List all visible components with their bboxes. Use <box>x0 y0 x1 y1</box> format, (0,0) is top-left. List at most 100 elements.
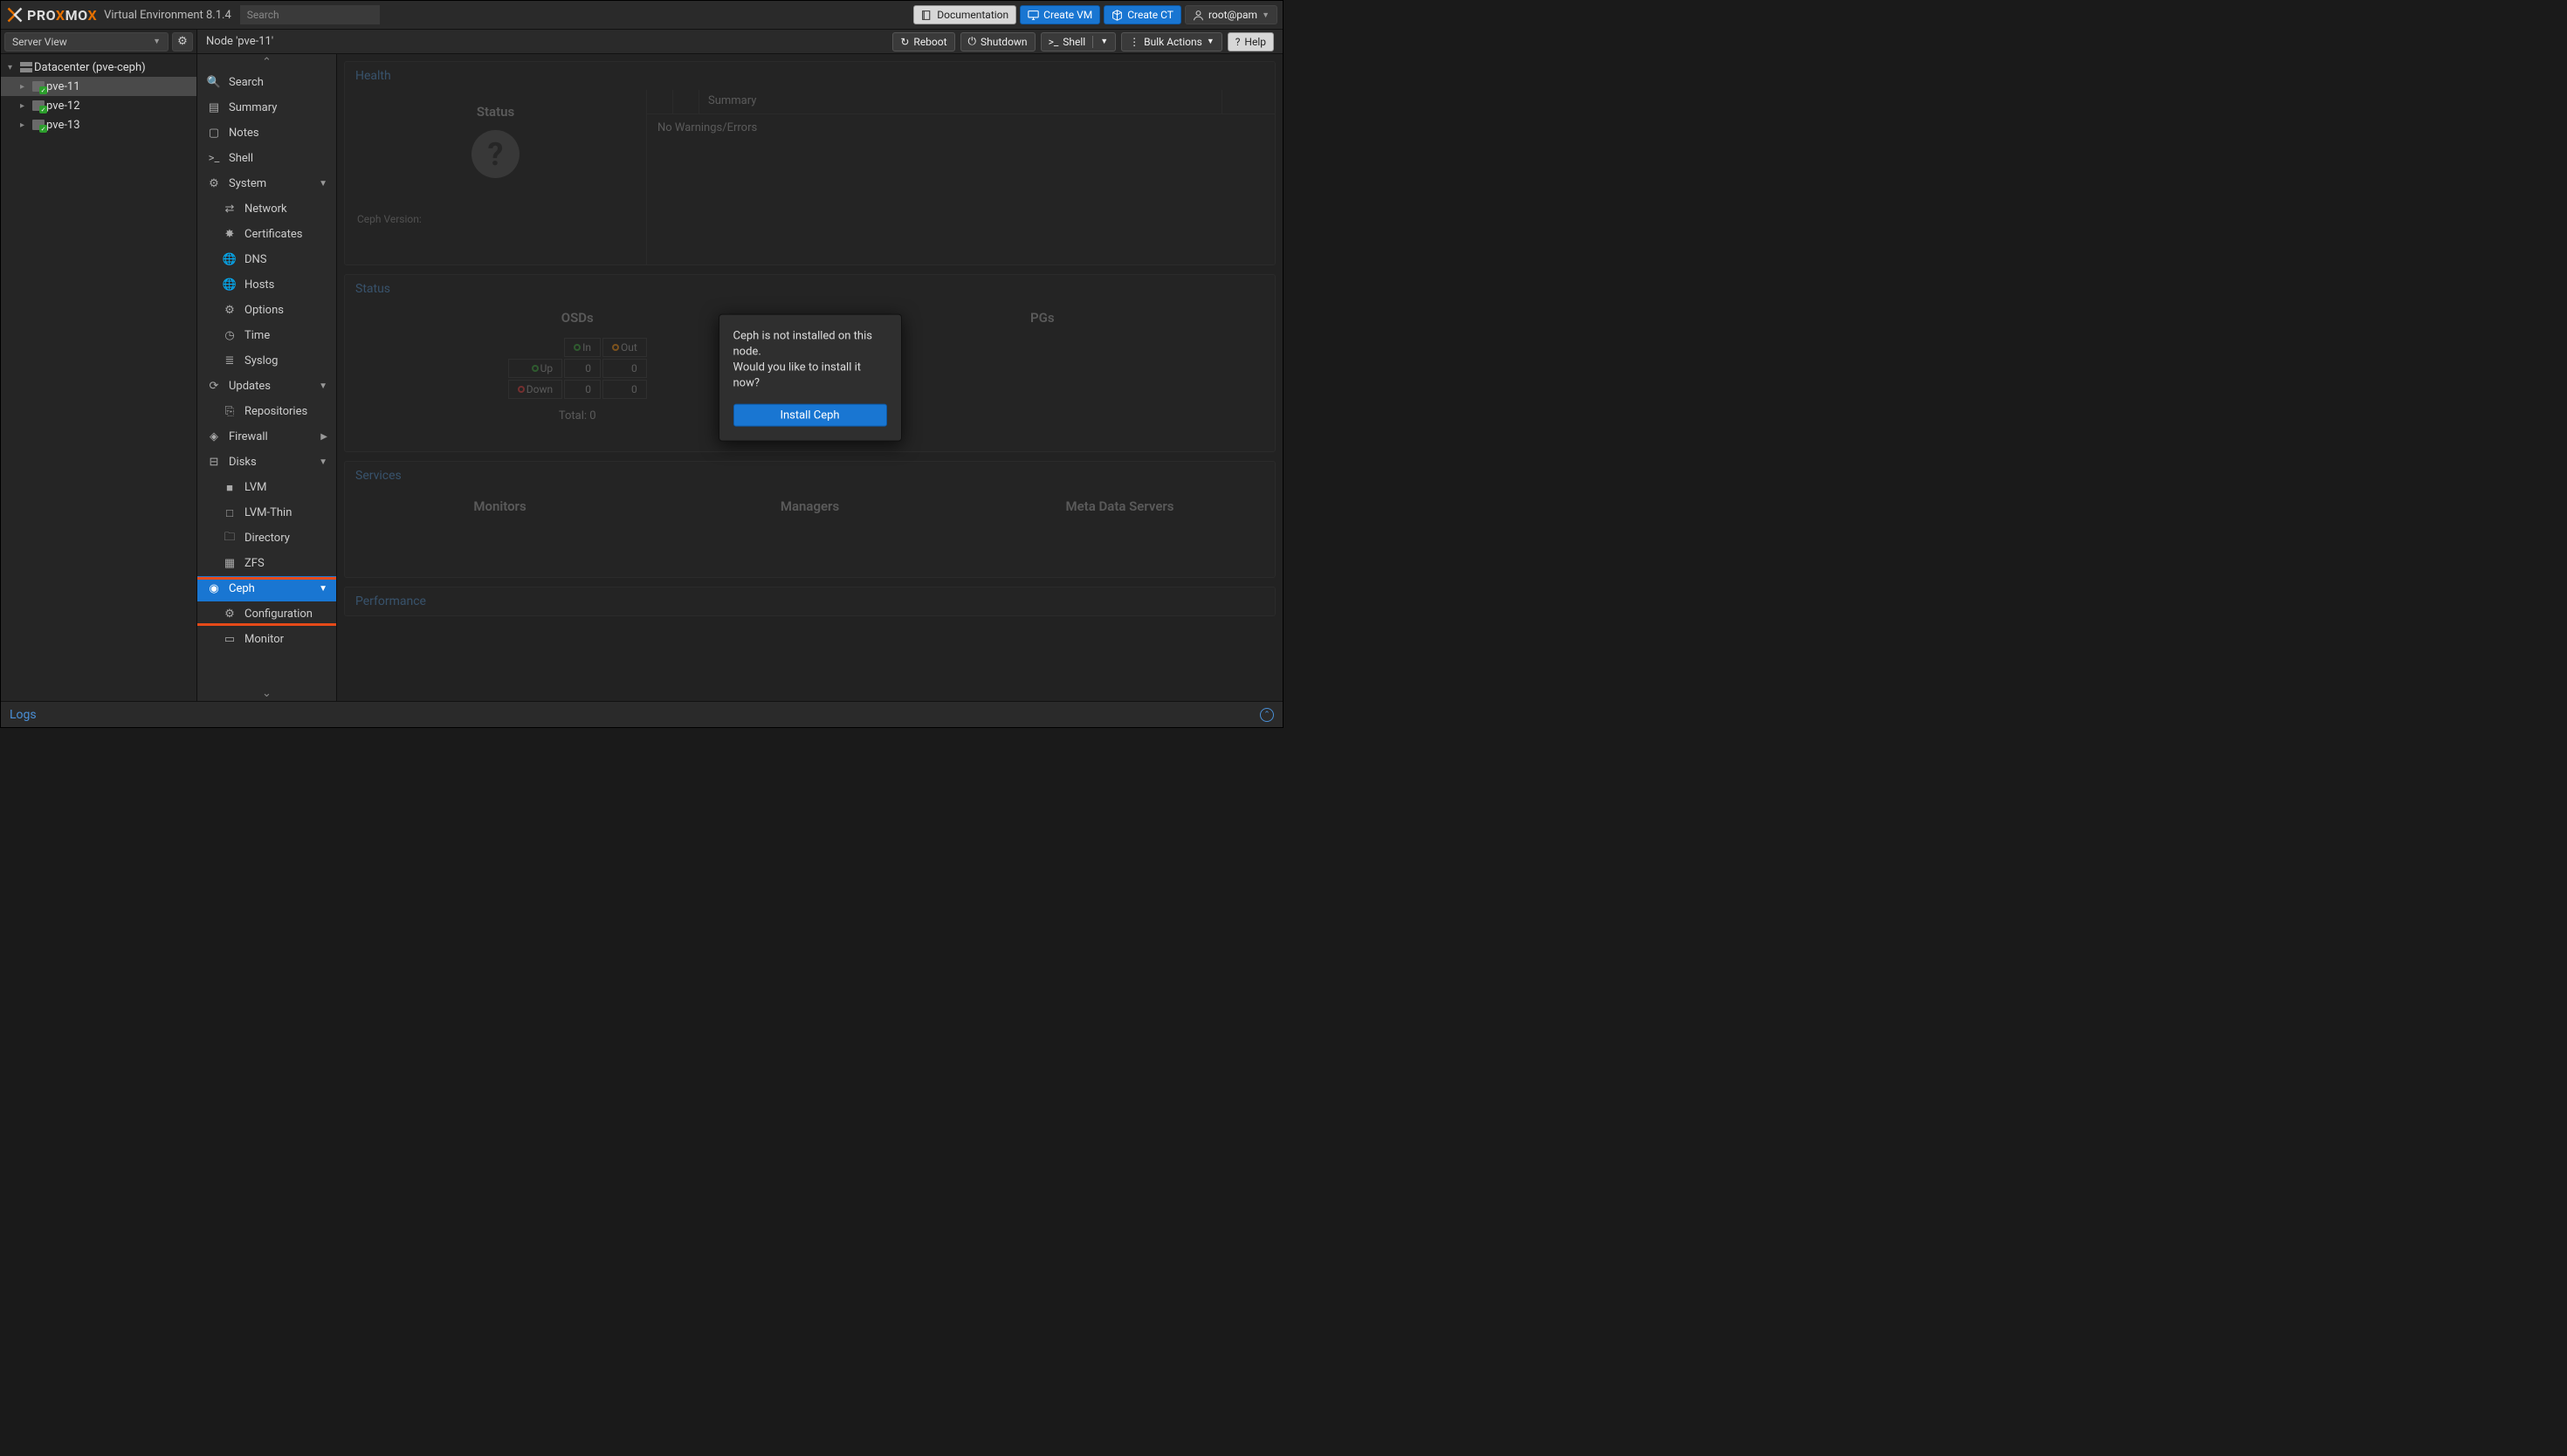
expand-icon: ▸ <box>20 120 31 130</box>
services-panel: Services Monitors Managers Meta Data Ser… <box>344 461 1276 578</box>
collapse-icon: ▾ <box>8 63 18 72</box>
install-ceph-dialog: Ceph is not installed on this node. Woul… <box>719 313 902 442</box>
proxmox-logo-icon <box>6 6 24 24</box>
undo-icon: ↻ <box>900 36 909 48</box>
tree-settings-button[interactable]: ⚙ <box>172 32 193 52</box>
files-icon: ⎘ <box>224 406 236 418</box>
shutdown-button[interactable]: ⏻ Shutdown <box>960 32 1036 52</box>
chevron-up-icon: ⌃ <box>262 56 272 69</box>
expand-icon: ▸ <box>20 82 31 92</box>
tree-node-pve-11[interactable]: ▸ ✓ pve-11 <box>1 77 196 96</box>
view-selector[interactable]: Server View ▼ <box>4 32 169 52</box>
hdd-icon: ⊟ <box>208 457 220 469</box>
ceph-icon: ◉ <box>208 583 220 595</box>
chevron-right-icon: ▶ <box>320 432 327 442</box>
chevron-down-icon: ▼ <box>1100 37 1108 46</box>
book-icon <box>921 10 933 21</box>
tv-icon: ▭ <box>224 634 236 646</box>
create-vm-button[interactable]: Create VM <box>1020 5 1100 24</box>
node-online-icon: ✓ <box>31 81 46 92</box>
reboot-button[interactable]: ↻ Reboot <box>892 32 954 52</box>
gear-icon: ⚙ <box>224 608 236 621</box>
scroll-down-button[interactable]: ⌄ <box>197 685 336 701</box>
tab-firewall[interactable]: ◈Firewall▶ <box>197 424 336 450</box>
panel-title: Status <box>345 275 1275 303</box>
top-bar: PROXMOX Virtual Environment 8.1.4 Docume… <box>1 1 1283 30</box>
power-icon: ⏻ <box>968 35 977 48</box>
shell-button[interactable]: >_ Shell ▼ <box>1041 32 1117 52</box>
tree-node-pve-12[interactable]: ▸ ✓ pve-12 <box>1 96 196 115</box>
tab-hosts[interactable]: 🌐Hosts <box>197 272 336 298</box>
bulk-actions-button[interactable]: ⋮ Bulk Actions ▼ <box>1121 32 1222 52</box>
tab-system[interactable]: ⚙System▼ <box>197 171 336 196</box>
chevron-down-icon: ▼ <box>319 179 327 189</box>
panel-title: Performance <box>345 587 1275 615</box>
tab-shell[interactable]: >_Shell <box>197 146 336 171</box>
tab-ceph-monitor[interactable]: ▭Monitor <box>197 627 336 652</box>
expand-icon: ▸ <box>20 101 31 111</box>
tab-syslog[interactable]: ≣Syslog <box>197 348 336 374</box>
exchange-icon: ⇄ <box>224 203 236 216</box>
install-ceph-button[interactable]: Install Ceph <box>733 404 887 427</box>
help-button[interactable]: ? Help <box>1228 32 1274 52</box>
monitors-heading: Monitors <box>345 490 655 577</box>
tab-notes[interactable]: ▢Notes <box>197 120 336 146</box>
tab-zfs[interactable]: ▦ZFS <box>197 551 336 576</box>
clock-icon: ◷ <box>224 330 236 342</box>
gear-icon: ⚙ <box>224 305 236 317</box>
sticky-note-icon: ▢ <box>208 127 220 140</box>
square-outline-icon: □ <box>224 507 236 519</box>
status-label: Status <box>477 104 514 120</box>
proxmox-window: PROXMOX Virtual Environment 8.1.4 Docume… <box>0 0 1284 728</box>
list-icon: ≣ <box>224 355 236 367</box>
brand-text: PROXMOX <box>27 7 97 24</box>
cogs-icon: ⚙ <box>208 178 220 190</box>
tab-directory[interactable]: 🗀Directory <box>197 525 336 551</box>
refresh-icon: ⟳ <box>208 381 220 393</box>
tab-repositories[interactable]: ⎘Repositories <box>197 399 336 424</box>
tree-node-pve-13[interactable]: ▸ ✓ pve-13 <box>1 115 196 134</box>
gear-icon: ⚙ <box>177 35 188 48</box>
tab-disks[interactable]: ⊟Disks▼ <box>197 450 336 475</box>
scroll-up-button[interactable]: ⌃ <box>197 54 336 70</box>
cube-icon <box>1111 10 1123 21</box>
summary-table-header: Summary <box>647 90 1275 114</box>
health-panel: Health Status ? Ceph Version: <box>344 61 1276 265</box>
content-area: Health Status ? Ceph Version: <box>337 54 1283 701</box>
server-icon <box>18 62 34 72</box>
tab-ceph[interactable]: ◉Ceph▼ <box>197 576 336 601</box>
square-icon: ■ <box>224 482 236 494</box>
node-online-icon: ✓ <box>31 100 46 111</box>
ceph-version-label: Ceph Version: <box>357 213 422 225</box>
panel-title: Health <box>345 62 1275 90</box>
mds-heading: Meta Data Servers <box>965 490 1275 577</box>
tab-time[interactable]: ◷Time <box>197 323 336 348</box>
chevron-down-icon: ⌄ <box>262 687 272 700</box>
tab-certificates[interactable]: ✸Certificates <box>197 222 336 247</box>
th-large-icon: ▦ <box>224 558 236 570</box>
unknown-status-icon: ? <box>471 130 520 178</box>
menu-icon: ⋮ <box>1129 36 1139 48</box>
expand-logs-button[interactable]: ⌃ <box>1260 708 1274 722</box>
documentation-button[interactable]: Documentation <box>913 5 1016 24</box>
global-search-input[interactable] <box>240 5 380 24</box>
user-menu-button[interactable]: root@pam ▼ <box>1185 5 1277 24</box>
folder-icon: 🗀 <box>224 532 236 545</box>
version-label: Virtual Environment 8.1.4 <box>104 9 231 22</box>
performance-panel: Performance <box>344 587 1276 616</box>
tab-lvm-thin[interactable]: □LVM-Thin <box>197 500 336 525</box>
tab-search[interactable]: 🔍Search <box>197 70 336 95</box>
tab-updates[interactable]: ⟳Updates▼ <box>197 374 336 399</box>
tab-summary[interactable]: ▤Summary <box>197 95 336 120</box>
chevron-down-icon: ▼ <box>153 37 161 46</box>
tree-datacenter[interactable]: ▾ Datacenter (pve-ceph) <box>1 58 196 77</box>
tab-dns[interactable]: 🌐DNS <box>197 247 336 272</box>
panel-title: Services <box>345 462 1275 490</box>
tab-ceph-configuration[interactable]: ⚙Configuration <box>197 601 336 627</box>
task-log-bar[interactable]: Logs ⌃ <box>1 701 1283 727</box>
shield-icon: ◈ <box>208 431 220 443</box>
tab-network[interactable]: ⇄Network <box>197 196 336 222</box>
tab-options[interactable]: ⚙Options <box>197 298 336 323</box>
tab-lvm[interactable]: ■LVM <box>197 475 336 500</box>
create-ct-button[interactable]: Create CT <box>1104 5 1181 24</box>
